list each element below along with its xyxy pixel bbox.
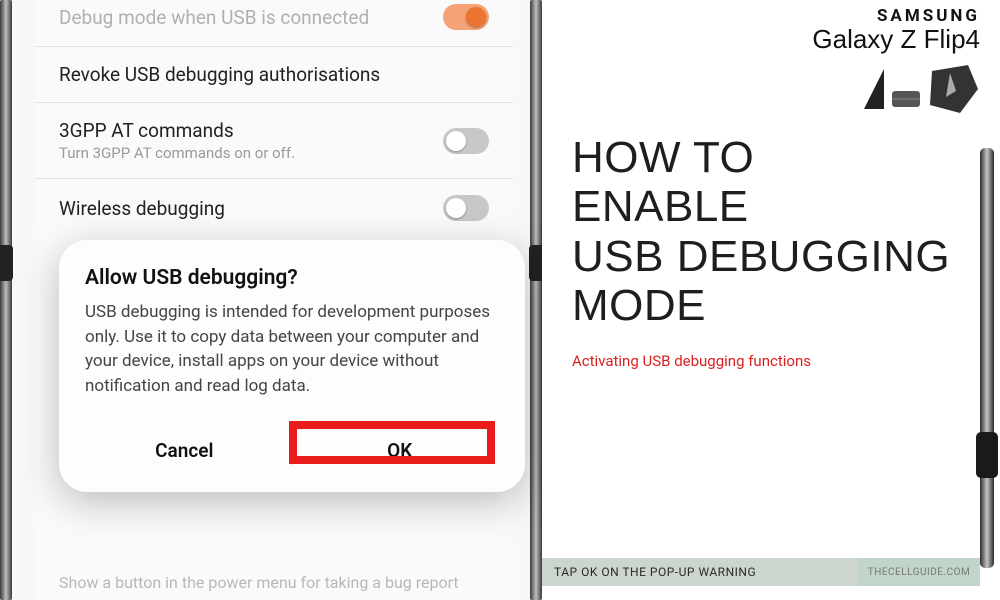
- phone-frame-left-edge: [0, 0, 12, 600]
- dialog-title: Allow USB debugging?: [85, 266, 499, 290]
- second-phone-edge: [980, 148, 994, 568]
- setting-title: 3GPP AT commands: [59, 119, 443, 142]
- ok-button[interactable]: OK: [301, 427, 500, 474]
- phone-screen: Debug mode when USB is connected Revoke …: [35, 0, 513, 600]
- info-panel: SAMSUNG Galaxy Z Flip4 HOW TO ENABLE USB…: [542, 0, 1000, 600]
- phone-screenshot-panel: Debug mode when USB is connected Revoke …: [0, 0, 542, 600]
- dialog-separator: [292, 435, 293, 466]
- setting-row-revoke-auth[interactable]: Revoke USB debugging authorisations: [35, 47, 513, 103]
- dialog-body: USB debugging is intended for developmen…: [85, 300, 499, 399]
- setting-row-debug-mode-usb[interactable]: Debug mode when USB is connected: [35, 0, 513, 47]
- phone-frame-right-edge: [530, 0, 542, 600]
- brand-logo-text: SAMSUNG: [572, 6, 980, 26]
- obscured-setting-text: Show a button in the power menu for taki…: [59, 573, 513, 594]
- caption-bar: TAP OK ON THE POP-UP WARNING THECELLGUID…: [542, 558, 980, 586]
- headline-line: ENABLE: [572, 182, 749, 231]
- caption-site: THECELLGUIDE.COM: [858, 558, 980, 586]
- setting-title: Revoke USB debugging authorisations: [59, 63, 489, 86]
- headline-line: USB DEBUGGING: [572, 232, 950, 281]
- headline-line: MODE: [572, 281, 706, 330]
- toggle-off-icon[interactable]: [443, 195, 489, 221]
- setting-title: Wireless debugging: [59, 197, 443, 220]
- caption-instruction: TAP OK ON THE POP-UP WARNING: [542, 558, 858, 586]
- subheadline-text: Activating USB debugging functions: [572, 352, 980, 370]
- headline-line: HOW TO: [572, 133, 754, 182]
- setting-title: Debug mode when USB is connected: [59, 6, 443, 29]
- setting-row-3gpp-at[interactable]: 3GPP AT commands Turn 3GPP AT commands o…: [35, 103, 513, 179]
- cancel-button[interactable]: Cancel: [85, 427, 284, 474]
- product-model-text: Galaxy Z Flip4: [572, 24, 980, 55]
- setting-subtitle: Turn 3GPP AT commands on or off.: [59, 144, 443, 162]
- phone-hinge-left: [0, 245, 13, 281]
- second-phone-hinge: [976, 432, 998, 478]
- dialog-actions: Cancel OK: [85, 427, 499, 474]
- usb-debugging-dialog: Allow USB debugging? USB debugging is in…: [59, 240, 525, 492]
- toggle-on-icon[interactable]: [443, 4, 489, 30]
- toggle-off-icon[interactable]: [443, 128, 489, 154]
- setting-row-wireless-debugging[interactable]: Wireless debugging: [35, 179, 513, 237]
- headline-text: HOW TO ENABLE USB DEBUGGING MODE: [572, 133, 980, 330]
- product-illustration-icon: [572, 61, 980, 121]
